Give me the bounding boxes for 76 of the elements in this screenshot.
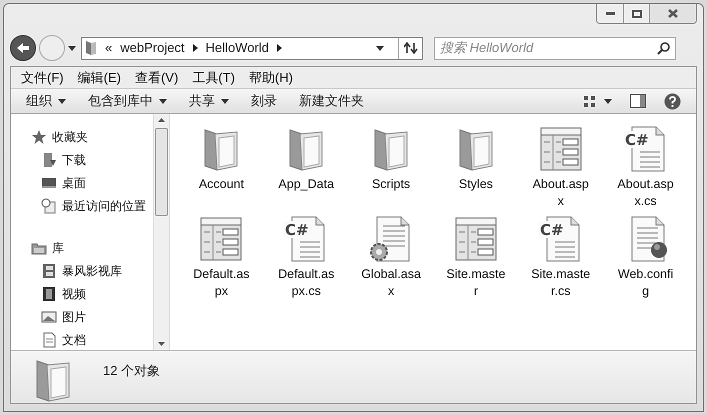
- menu-item[interactable]: 文件(F): [21, 68, 64, 88]
- sidebar-item[interactable]: 图片: [31, 308, 153, 326]
- file-item[interactable]: Web.config: [603, 214, 688, 300]
- folder-icon: [85, 40, 97, 56]
- file-item[interactable]: Global.asax: [348, 214, 434, 300]
- address-bar[interactable]: « webProject HelloWorld: [81, 36, 423, 60]
- caret-icon: [68, 46, 76, 50]
- toolbar-button[interactable]: 共享: [189, 91, 229, 111]
- search-field[interactable]: 搜索 HelloWorld: [440, 38, 657, 58]
- desktop-icon: [41, 175, 57, 191]
- search-icon: [657, 42, 670, 54]
- file-item[interactable]: About.aspx: [518, 124, 604, 210]
- scroll-up-icon: [158, 118, 165, 122]
- film-grid-icon: [41, 263, 57, 279]
- file-item[interactable]: C# About.aspx.cs: [603, 124, 688, 210]
- film-icon: [41, 286, 57, 302]
- help-button[interactable]: [664, 92, 681, 110]
- menu-item[interactable]: 编辑(E): [78, 68, 121, 88]
- toolbar-button[interactable]: 新建文件夹: [299, 91, 364, 111]
- menu-item[interactable]: 帮助(H): [248, 68, 293, 88]
- file-item[interactable]: Site.master: [434, 214, 518, 300]
- help-icon: [664, 92, 681, 110]
- form-document-icon: [199, 216, 244, 262]
- form-document-icon: [454, 216, 498, 262]
- toolbar-button[interactable]: 组织: [26, 91, 66, 111]
- sidebar-item[interactable]: 下载: [31, 151, 153, 169]
- toolbar-button[interactable]: 包含到库中: [88, 91, 167, 111]
- sidebar-item[interactable]: 文档: [31, 331, 153, 349]
- sidebar-item[interactable]: 最近访问的位置: [31, 197, 153, 215]
- close-button[interactable]: [650, 4, 696, 23]
- file-item[interactable]: C# Default.aspx.cs: [264, 214, 349, 300]
- caret-icon: [221, 98, 229, 104]
- toolbar-button[interactable]: 刻录: [251, 91, 277, 111]
- file-item[interactable]: Default.aspx: [179, 214, 264, 300]
- breadcrumb-item[interactable]: webProject: [120, 38, 185, 58]
- caret-icon: [159, 98, 167, 104]
- close-icon: [668, 9, 678, 18]
- sidebar-item[interactable]: 桌面: [31, 174, 153, 192]
- maximize-icon: [632, 10, 642, 18]
- scrollbar[interactable]: [153, 114, 170, 350]
- minimize-button[interactable]: [597, 4, 624, 23]
- picture-icon: [41, 309, 57, 325]
- refresh-arrows-icon: [404, 42, 418, 54]
- back-button[interactable]: [10, 35, 36, 61]
- item-count: 12 个对象: [103, 362, 160, 380]
- sidebar-group[interactable]: 库: [31, 239, 153, 257]
- file-item[interactable]: C# Site.master.cs: [518, 214, 604, 300]
- chevron-icon: [192, 44, 198, 52]
- menu-item[interactable]: 工具(T): [192, 68, 235, 88]
- menu-item[interactable]: 查看(V): [134, 68, 178, 88]
- caret-icon: [376, 46, 384, 50]
- file-item[interactable]: Account: [179, 124, 264, 210]
- scroll-thumb[interactable]: [155, 128, 168, 216]
- sidebar-item[interactable]: 暴风影视库: [31, 262, 153, 280]
- pane-icon: [630, 94, 646, 108]
- overflow-chevron[interactable]: «: [105, 38, 112, 58]
- star-icon: [31, 129, 47, 145]
- file-item[interactable]: App_Data: [264, 124, 349, 210]
- minimize-icon: [606, 12, 614, 15]
- breadcrumb-item[interactable]: HelloWorld: [206, 38, 269, 58]
- document-icon: [41, 332, 57, 348]
- chevron-icon: [276, 44, 282, 52]
- preview-pane-button[interactable]: [630, 94, 646, 108]
- view-options-button[interactable]: [583, 94, 612, 108]
- view-grid-icon: [583, 94, 596, 108]
- caret-icon: [58, 98, 66, 104]
- caret-icon: [604, 98, 612, 104]
- sidebar-group[interactable]: 收藏夹: [31, 128, 153, 146]
- file-item[interactable]: Styles: [434, 124, 518, 210]
- sidebar-item[interactable]: 视频: [31, 285, 153, 303]
- file-item[interactable]: Scripts: [348, 124, 434, 210]
- search-box[interactable]: 搜索 HelloWorld: [434, 36, 676, 60]
- download-icon: [41, 152, 57, 168]
- form-document-icon: [538, 126, 583, 172]
- back-arrow-icon: [16, 42, 30, 54]
- scroll-down-icon: [158, 342, 165, 346]
